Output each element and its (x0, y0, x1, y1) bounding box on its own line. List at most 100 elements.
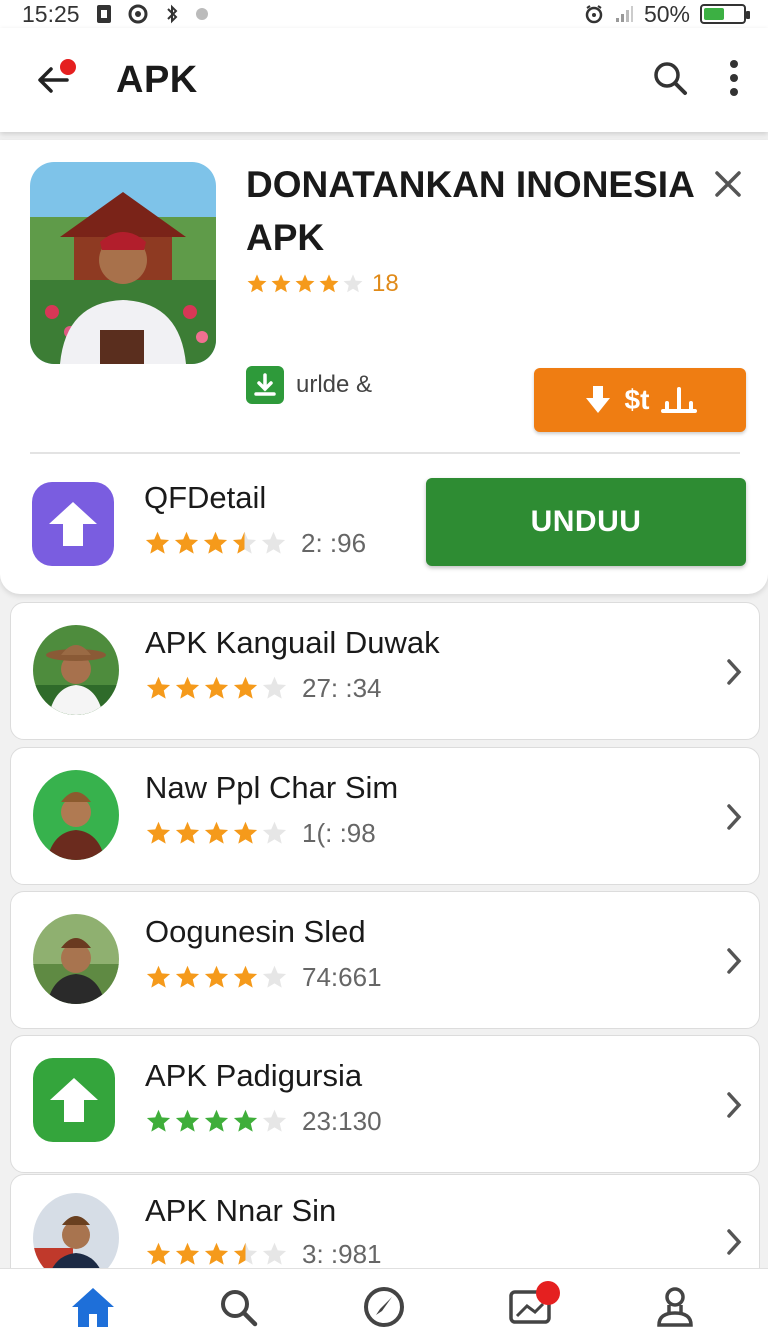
star-icon (261, 531, 286, 554)
star-icon (146, 676, 171, 699)
list-item-stars (145, 1241, 288, 1268)
download-badge-icon (246, 366, 284, 404)
avatar-green-bg-icon (33, 770, 119, 860)
star-icon (233, 965, 258, 988)
featured-app-thumbnail[interactable] (30, 162, 216, 364)
list-item-stars (145, 820, 288, 847)
star-icon (204, 676, 229, 699)
unduh-button[interactable]: UNDUU (426, 478, 746, 566)
list-item-rating: 3: :981 (145, 1239, 382, 1270)
list-item-rating: 1(: :98 (145, 818, 376, 849)
star-icon (203, 531, 228, 554)
list-item-name: APK Padigursia (145, 1058, 363, 1093)
nav-explore[interactable] (354, 1277, 414, 1337)
alarm-icon (585, 5, 603, 24)
nav-profile[interactable] (645, 1277, 705, 1337)
avatar-hat-man-icon (33, 625, 119, 715)
nav-search[interactable] (208, 1277, 268, 1337)
more-vert-icon (730, 59, 738, 96)
back-notification-badge (58, 57, 78, 77)
list-item-rating: 23:130 (145, 1106, 382, 1137)
home-icon (71, 1287, 114, 1327)
list-item-name: Naw Ppl Char Sim (145, 770, 399, 805)
star-icon (175, 1242, 200, 1265)
search-button[interactable] (650, 58, 690, 103)
featured-download-label: urlde & (296, 371, 373, 398)
star-icon (145, 531, 170, 554)
star-icon (146, 1242, 171, 1265)
star-icon (295, 274, 315, 293)
star-icon (204, 1242, 229, 1265)
chevron-right-icon (719, 800, 749, 834)
star-icon (319, 274, 339, 293)
search-icon (654, 61, 687, 95)
nav-gallery[interactable] (500, 1277, 560, 1337)
star-icon (174, 531, 199, 554)
download-arrow-icon (585, 386, 610, 413)
qfdetail-name: QFDetail (144, 480, 267, 515)
star-icon (146, 821, 171, 844)
notification-dot-icon (195, 8, 208, 20)
featured-stars (246, 273, 364, 295)
featured-photo-icon (30, 162, 216, 364)
star-icon (146, 965, 171, 988)
back-button[interactable] (28, 55, 78, 105)
app-avatar (33, 625, 119, 715)
battery-icon (700, 4, 750, 24)
list-item-count: 1(: :98 (302, 818, 376, 848)
star-icon (262, 1242, 287, 1265)
star-icon (233, 676, 258, 699)
list-item-count: 74:661 (302, 962, 382, 992)
compass-icon (363, 1286, 404, 1327)
star-icon (232, 531, 257, 554)
overflow-menu-button[interactable] (728, 58, 740, 103)
bottom-navigation (0, 1268, 768, 1344)
star-icon (343, 274, 363, 293)
battery-percent: 50% (643, 0, 690, 27)
star-icon (146, 1109, 171, 1132)
featured-download-info: urlde & (246, 366, 372, 404)
list-item-rating: 27: :34 (145, 673, 382, 704)
sim-icon (96, 5, 111, 23)
bluetooth-icon (166, 4, 177, 24)
list-item-stars (145, 1108, 288, 1135)
qfdetail-stars (144, 530, 287, 557)
chevron-right-icon (719, 1088, 749, 1122)
star-icon (204, 1109, 229, 1132)
featured-download-button[interactable]: $t (534, 368, 746, 432)
upload-arrow-icon (49, 502, 97, 546)
app-avatar (33, 914, 119, 1004)
nav-home[interactable] (63, 1277, 123, 1337)
qfdetail-rating: 2: :96 (144, 528, 366, 559)
close-button[interactable] (708, 164, 748, 204)
star-icon (262, 965, 287, 988)
star-icon (262, 821, 287, 844)
chevron-right-icon (719, 944, 749, 978)
list-item[interactable]: APK Padigursia 23:130 (10, 1035, 760, 1173)
featured-download-button-label: $t (624, 384, 650, 415)
nav-notification-badge (535, 1280, 560, 1305)
list-item[interactable]: Naw Ppl Char Sim 1(: :98 (10, 747, 760, 885)
status-bar: 15:25 50% (0, 0, 768, 28)
star-icon (175, 676, 200, 699)
sync-icon (128, 4, 148, 24)
search-icon (221, 1289, 258, 1326)
star-icon (247, 274, 267, 293)
qfdetail-app-icon[interactable] (32, 482, 114, 566)
list-item[interactable]: APK Kanguail Duwak 27: :34 (10, 602, 760, 740)
star-icon (204, 821, 229, 844)
divider (30, 452, 740, 454)
list-item-count: 27: :34 (302, 673, 382, 703)
list-item-name: APK Kanguail Duwak (145, 625, 440, 660)
app-avatar (33, 770, 119, 860)
app-bar: APK (0, 28, 768, 132)
star-icon (271, 274, 291, 293)
status-time: 15:25 (22, 0, 80, 27)
list-item[interactable]: Oogunesin Sled 74:661 (10, 891, 760, 1029)
star-icon (262, 676, 287, 699)
install-bar-icon (661, 387, 698, 413)
chevron-right-icon (719, 1225, 749, 1259)
list-item-count: 3: :981 (302, 1239, 382, 1269)
list-item-stars (145, 675, 288, 702)
star-icon (175, 821, 200, 844)
